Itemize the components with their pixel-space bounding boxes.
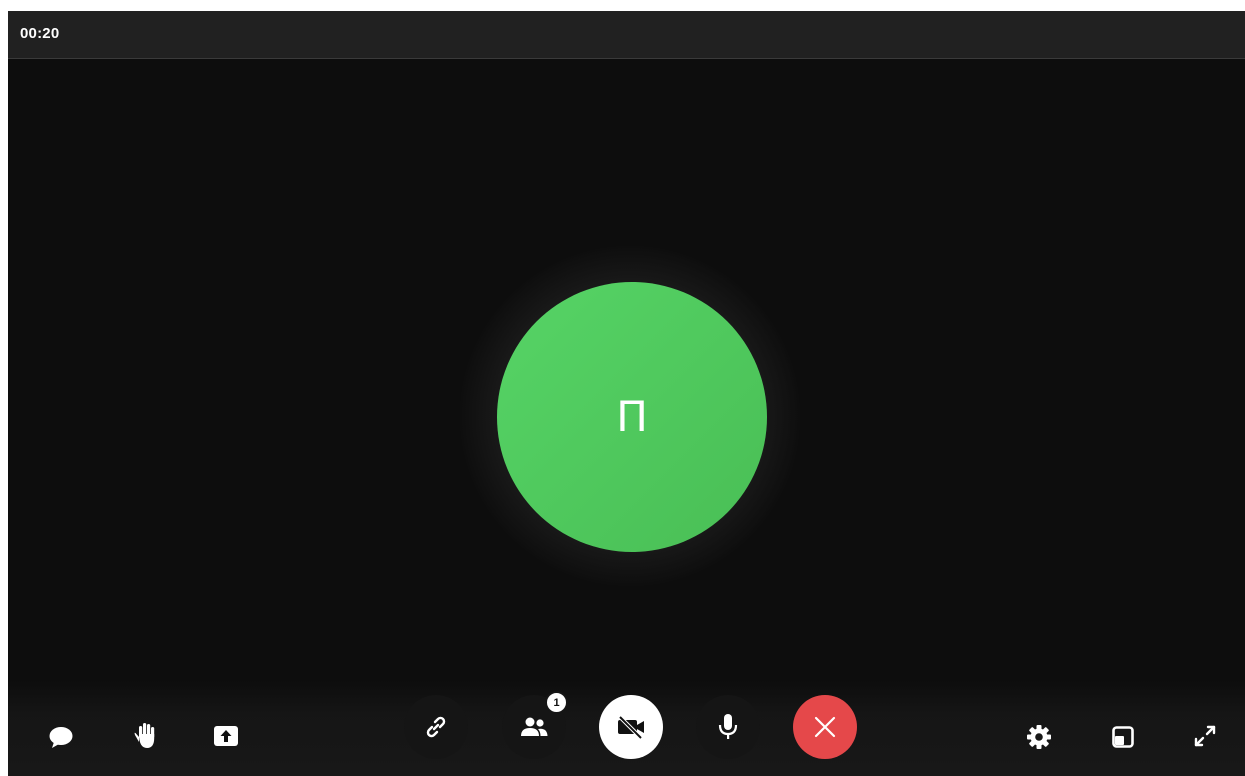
share-screen-button[interactable] bbox=[211, 721, 241, 751]
link-icon bbox=[423, 714, 449, 740]
chat-bubble-icon bbox=[48, 725, 74, 749]
end-call-button[interactable] bbox=[793, 695, 857, 759]
participants-button[interactable]: 1 bbox=[502, 691, 568, 759]
participant-initial: П bbox=[616, 392, 648, 441]
expand-icon bbox=[1192, 723, 1218, 749]
chat-button[interactable] bbox=[46, 722, 76, 752]
copy-link-button[interactable] bbox=[404, 695, 468, 759]
participants-icon bbox=[519, 716, 549, 738]
screen-share-icon bbox=[213, 724, 239, 748]
picture-in-picture-icon bbox=[1111, 725, 1135, 749]
microphone-icon bbox=[717, 713, 739, 741]
call-window: 00:20 П 1 bbox=[8, 11, 1245, 776]
fullscreen-button[interactable] bbox=[1190, 721, 1220, 751]
close-icon bbox=[814, 716, 836, 738]
raise-hand-button[interactable] bbox=[131, 720, 161, 750]
settings-button[interactable] bbox=[1024, 722, 1054, 752]
picture-in-picture-button[interactable] bbox=[1108, 722, 1138, 752]
top-bar: 00:20 bbox=[8, 11, 1245, 59]
controls-bar: 1 bbox=[8, 680, 1245, 776]
participants-count-badge: 1 bbox=[545, 691, 568, 714]
hand-icon bbox=[134, 721, 158, 749]
participant-avatar: П bbox=[497, 282, 767, 552]
call-timer: 00:20 bbox=[20, 25, 60, 42]
camera-toggle-button[interactable] bbox=[599, 695, 663, 759]
camera-off-icon bbox=[615, 715, 647, 739]
microphone-button[interactable] bbox=[696, 695, 760, 759]
gear-icon bbox=[1026, 724, 1052, 750]
